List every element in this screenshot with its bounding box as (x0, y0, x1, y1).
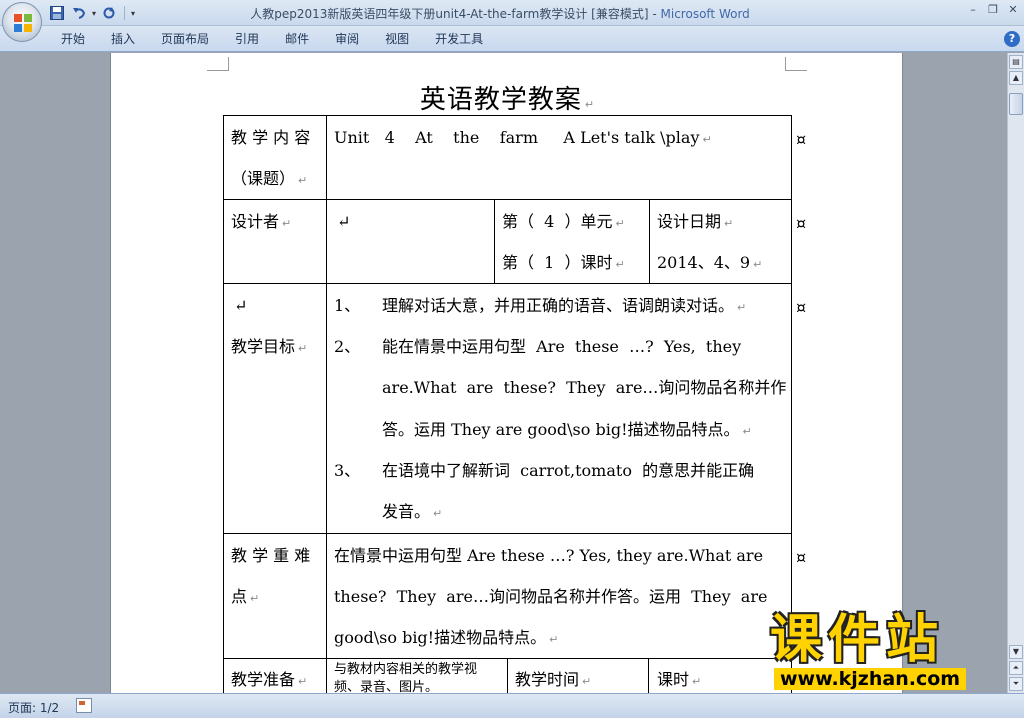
tab-page-layout[interactable]: 页面布局 (148, 30, 222, 48)
designer-label: 设计者 ↵ (231, 212, 292, 231)
goals-label: 教学目标 ↵ (231, 337, 308, 356)
page-count[interactable]: 页面: 1/2 (8, 699, 59, 716)
goals-blank-line: ↵ (234, 296, 248, 315)
ruler-toggle-icon[interactable]: ▤ (1009, 55, 1023, 69)
tab-view[interactable]: 视图 (372, 30, 422, 48)
document-page[interactable]: 英语教学教案 ↵ 教 学 内 容 （课题） ↵ Unit 4 At the farm… (110, 53, 903, 693)
quick-access-toolbar: ▾ ▾ (48, 3, 135, 23)
status-bar: 页面: 1/2 (0, 693, 1024, 718)
table-border (791, 115, 792, 693)
tab-insert[interactable]: 插入 (98, 30, 148, 48)
tab-home[interactable]: 开始 (48, 30, 98, 48)
goal-text: 理解对话大意，并用正确的语音、语调朗读对话。 ↵ (382, 296, 747, 315)
goal-number: 3、 (334, 461, 361, 480)
table-border (223, 199, 792, 200)
key-points-text: these? They are…询问物品名称并作答。运用 They are (334, 587, 768, 606)
table-border (507, 658, 508, 693)
qat-separator (124, 6, 126, 20)
window-title: 人教pep2013新版英语四年级下册unit4-At-the-farm教学设计 … (200, 5, 800, 22)
goal-number: 2、 (334, 337, 361, 356)
tab-developer[interactable]: 开发工具 (422, 30, 496, 48)
restore-icon[interactable]: ❐ (986, 2, 1000, 16)
goal-text: 发音。 ↵ (382, 502, 443, 521)
scroll-down-icon[interactable]: ▼ (1009, 645, 1023, 659)
watermark: 课件站 www.kjzhan.com (770, 612, 1010, 694)
key-points-label: 教 学 重 难 (231, 546, 311, 565)
prep-label: 教学准备 ↵ (231, 670, 308, 689)
minimize-icon[interactable]: – (966, 2, 980, 16)
tab-mailings[interactable]: 邮件 (272, 30, 322, 48)
proofing-icon[interactable] (76, 698, 92, 713)
undo-dropdown-icon[interactable]: ▾ (92, 9, 96, 18)
table-border (223, 533, 792, 534)
key-points-text: good\so big!描述物品特点。 ↵ (334, 628, 559, 647)
ribbon-tabs: 开始 插入 页面布局 引用 邮件 审阅 视图 开发工具 (48, 30, 496, 48)
office-button[interactable] (2, 2, 42, 42)
row-end-mark: ¤ (796, 214, 807, 233)
ribbon: 开始 插入 页面布局 引用 邮件 审阅 视图 开发工具 ? (0, 26, 1024, 52)
help-icon[interactable]: ? (1004, 31, 1020, 47)
previous-page-icon[interactable]: ⏶ (1009, 661, 1023, 675)
prep-value: 与教材内容相关的教学视频、录音、图片。 (334, 662, 478, 693)
table-border (223, 115, 792, 116)
document-area: 英语教学教案 ↵ 教 学 内 容 （课题） ↵ Unit 4 At the farm… (0, 53, 1007, 693)
table-border (494, 199, 495, 283)
table-border (223, 115, 224, 693)
app-name: Microsoft Word (660, 7, 750, 21)
scroll-up-icon[interactable]: ▲ (1009, 71, 1023, 85)
tab-references[interactable]: 引用 (222, 30, 272, 48)
goal-text: 答。运用 They are good\so big!描述物品特点。 ↵ (382, 420, 752, 439)
margin-corner-mark (785, 57, 807, 71)
document-title: 英语教学教案 ↵ (419, 85, 596, 115)
topic-label: 教 学 内 容 (231, 128, 311, 147)
key-points-text: 在情景中运用句型 Are these …? Yes, they are.What… (334, 546, 764, 565)
row-end-mark: ¤ (796, 130, 807, 149)
table-border (649, 199, 650, 283)
document-name: 人教pep2013新版英语四年级下册unit4-At-the-farm教学设计 … (250, 7, 649, 21)
unit-label: 第（ 4 ）单元 ↵ (502, 212, 625, 231)
customize-qat-icon[interactable]: ▾ (131, 9, 135, 18)
time-label: 教学时间 ↵ (515, 670, 592, 689)
table-border (326, 115, 327, 693)
scroll-thumb[interactable] (1009, 93, 1023, 115)
title-separator: - (648, 7, 661, 21)
key-points-label-sub: 点 ↵ (231, 587, 260, 606)
goal-text: 能在情景中运用句型 Are these …? Yes, they (382, 337, 742, 356)
topic-value: Unit 4 At the farm A Let's talk \play ↵ (334, 128, 712, 147)
row-end-mark: ¤ (796, 548, 807, 567)
office-logo-icon (14, 14, 32, 32)
watermark-url: www.kjzhan.com (774, 668, 967, 690)
margin-corner-mark (207, 57, 229, 71)
date-value: 2014、4、9 ↵ (657, 253, 763, 272)
row-end-mark: ¤ (796, 298, 807, 317)
vertical-scrollbar[interactable]: ▤ ▲ ▼ ⏶ ⏷ (1007, 53, 1024, 693)
redo-icon[interactable] (100, 4, 118, 22)
title-bar: ▾ ▾ 人教pep2013新版英语四年级下册unit4-At-the-farm教… (0, 0, 1024, 42)
table-border (648, 658, 649, 693)
designer-value: ↵ (337, 212, 351, 231)
watermark-logo: 课件站 (770, 610, 945, 670)
window-controls: – ❐ ✕ (966, 2, 1020, 16)
topic-label-sub: （课题） ↵ (231, 169, 308, 188)
goal-text: 在语境中了解新词 carrot,tomato 的意思并能正确 (382, 461, 755, 480)
date-label: 设计日期 ↵ (657, 212, 734, 231)
period-label: 课时 ↵ (657, 670, 702, 689)
lesson-label: 第（ 1 ）课时 ↵ (502, 253, 625, 272)
goal-text: are.What are these? They are…询问物品名称并作 (382, 378, 787, 397)
goal-number: 1、 (334, 296, 361, 315)
save-icon[interactable] (48, 4, 66, 22)
undo-icon[interactable] (70, 4, 88, 22)
close-icon[interactable]: ✕ (1006, 2, 1020, 16)
tab-review[interactable]: 审阅 (322, 30, 372, 48)
next-page-icon[interactable]: ⏷ (1009, 677, 1023, 691)
